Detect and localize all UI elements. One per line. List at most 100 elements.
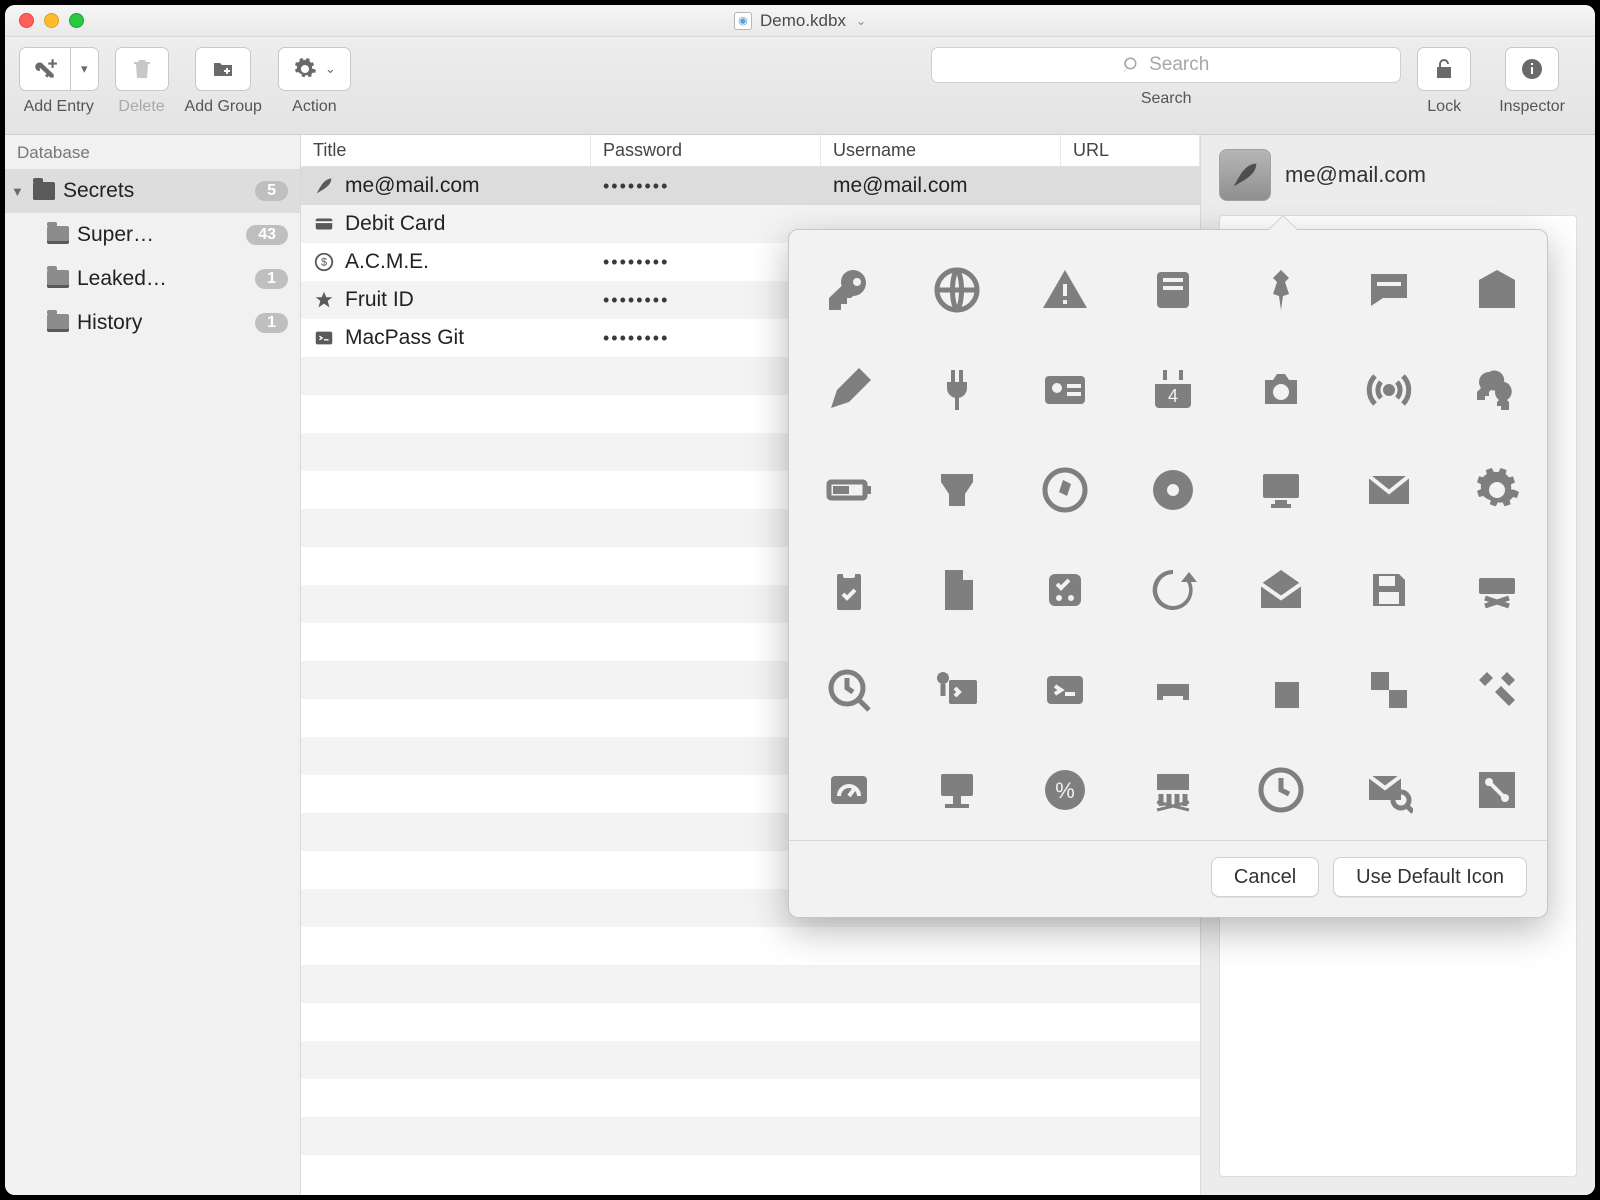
icon-option-gear[interactable] <box>1467 460 1527 520</box>
icon-option-building[interactable] <box>1467 260 1527 320</box>
entry-title: me@mail.com <box>345 174 480 198</box>
disc-icon <box>1149 466 1197 514</box>
titlebar: ◉ Demo.kdbx ⌄ <box>5 5 1595 37</box>
sidebar-item-super[interactable]: Super… 43 <box>5 213 300 257</box>
count-badge: 5 <box>255 181 288 201</box>
icon-option-id-card[interactable] <box>1035 360 1095 420</box>
icon-option-broadcast[interactable] <box>1359 360 1419 420</box>
sidebar-item-label: Leaked… <box>77 267 167 291</box>
column-header-username[interactable]: Username <box>821 135 1061 166</box>
sidebar-item-label: Super… <box>77 223 154 247</box>
count-badge: 1 <box>255 269 288 289</box>
action-button[interactable]: ⌄ <box>278 47 351 91</box>
battery-icon <box>825 466 873 514</box>
add-group-button[interactable] <box>195 47 251 91</box>
icon-option-plug[interactable] <box>927 360 987 420</box>
table-row[interactable]: me@mail.com •••••••• me@mail.com <box>301 167 1200 205</box>
search-input[interactable]: Search <box>931 47 1401 83</box>
title-chevron-icon[interactable]: ⌄ <box>856 14 866 28</box>
icon-option-clipboard[interactable] <box>819 560 879 620</box>
icon-option-battery[interactable] <box>819 460 879 520</box>
folder-icon <box>47 314 69 332</box>
icon-option-refresh[interactable] <box>1143 560 1203 620</box>
entry-password: •••••••• <box>603 176 669 197</box>
add-group-label: Add Group <box>185 98 262 116</box>
column-header-url[interactable]: URL <box>1061 135 1200 166</box>
icon-option-pencil[interactable] <box>819 360 879 420</box>
inspector-button[interactable] <box>1505 47 1559 91</box>
icon-option-monitor[interactable] <box>1251 460 1311 520</box>
icon-option-display-stand[interactable] <box>927 760 987 820</box>
icon-option-key[interactable] <box>819 260 879 320</box>
icon-option-pin[interactable] <box>1251 260 1311 320</box>
icon-option-envelope-open[interactable] <box>1251 560 1311 620</box>
chevron-down-icon: ▾ <box>81 61 88 77</box>
icon-option-globe[interactable] <box>927 260 987 320</box>
icon-option-warning[interactable] <box>1035 260 1095 320</box>
icon-option-dashboard[interactable] <box>819 760 879 820</box>
icon-option-camera[interactable] <box>1251 360 1311 420</box>
icon-option-scanner[interactable] <box>927 460 987 520</box>
icon-option-document[interactable] <box>927 560 987 620</box>
sidebar-item-history[interactable]: History 1 <box>5 301 300 345</box>
icon-option-checker[interactable] <box>1359 660 1419 720</box>
icon-option-chat[interactable] <box>1359 260 1419 320</box>
display-stand-icon <box>933 766 981 814</box>
add-entry-button[interactable] <box>19 47 71 91</box>
icon-option-percent[interactable]: % <box>1035 760 1095 820</box>
key-terminal-icon <box>933 666 981 714</box>
sidebar-item-secrets[interactable]: ▼ Secrets 5 <box>5 169 300 213</box>
entry-password: •••••••• <box>603 328 669 349</box>
icon-option-clock[interactable] <box>1251 760 1311 820</box>
column-header-password[interactable]: Password <box>591 135 821 166</box>
use-default-icon-button[interactable]: Use Default Icon <box>1333 857 1527 897</box>
cancel-button[interactable]: Cancel <box>1211 857 1319 897</box>
icon-option-mail-search[interactable] <box>1359 760 1419 820</box>
icon-option-terminal[interactable] <box>1035 660 1095 720</box>
trash-icon <box>130 57 154 81</box>
sidebar-item-leaked[interactable]: Leaked… 1 <box>5 257 300 301</box>
icon-option-keys[interactable] <box>1467 360 1527 420</box>
chat-icon <box>1365 266 1413 314</box>
scanner-icon <box>933 466 981 514</box>
layout-icon <box>1257 666 1305 714</box>
clock-search-icon <box>825 666 873 714</box>
folder-icon <box>47 226 69 244</box>
icon-option-server[interactable] <box>1143 260 1203 320</box>
calendar-icon: 4 <box>1149 366 1197 414</box>
icon-option-calendar[interactable]: 4 <box>1143 360 1203 420</box>
icon-option-disc[interactable] <box>1143 460 1203 520</box>
icon-option-layout[interactable] <box>1251 660 1311 720</box>
icon-option-printer[interactable] <box>1143 660 1203 720</box>
icon-option-shred[interactable] <box>1143 760 1203 820</box>
icon-option-drive-remove[interactable] <box>1467 560 1527 620</box>
entry-username: me@mail.com <box>833 174 968 198</box>
globe-icon <box>933 266 981 314</box>
dashboard-icon <box>825 766 873 814</box>
lock-button[interactable] <box>1417 47 1471 91</box>
info-icon <box>1520 57 1544 81</box>
key-plus-icon <box>32 56 58 82</box>
icon-option-mail[interactable] <box>1359 460 1419 520</box>
icon-option-node[interactable] <box>1467 760 1527 820</box>
add-entry-menu-button[interactable]: ▾ <box>71 47 99 91</box>
card-icon <box>313 213 335 235</box>
icon-option-key-terminal[interactable] <box>927 660 987 720</box>
icon-option-compass[interactable] <box>1035 460 1095 520</box>
icon-picker-popover: 4% Cancel Use Default Icon <box>788 229 1548 918</box>
disclosure-triangle-icon[interactable]: ▼ <box>11 184 25 199</box>
entry-icon-button[interactable] <box>1219 149 1271 201</box>
column-header-title[interactable]: Title <box>301 135 591 166</box>
entry-title: Fruit ID <box>345 288 414 312</box>
lock-open-icon <box>1432 57 1456 81</box>
gear-icon <box>1473 466 1521 514</box>
icon-option-clock-search[interactable] <box>819 660 879 720</box>
svg-text:%: % <box>1055 778 1075 803</box>
icon-option-floppy[interactable] <box>1359 560 1419 620</box>
feather-icon <box>313 175 335 197</box>
icon-option-package[interactable] <box>1035 560 1095 620</box>
refresh-icon <box>1149 566 1197 614</box>
window-title: Demo.kdbx <box>760 11 846 31</box>
clock-icon <box>1257 766 1305 814</box>
icon-option-tools[interactable] <box>1467 660 1527 720</box>
